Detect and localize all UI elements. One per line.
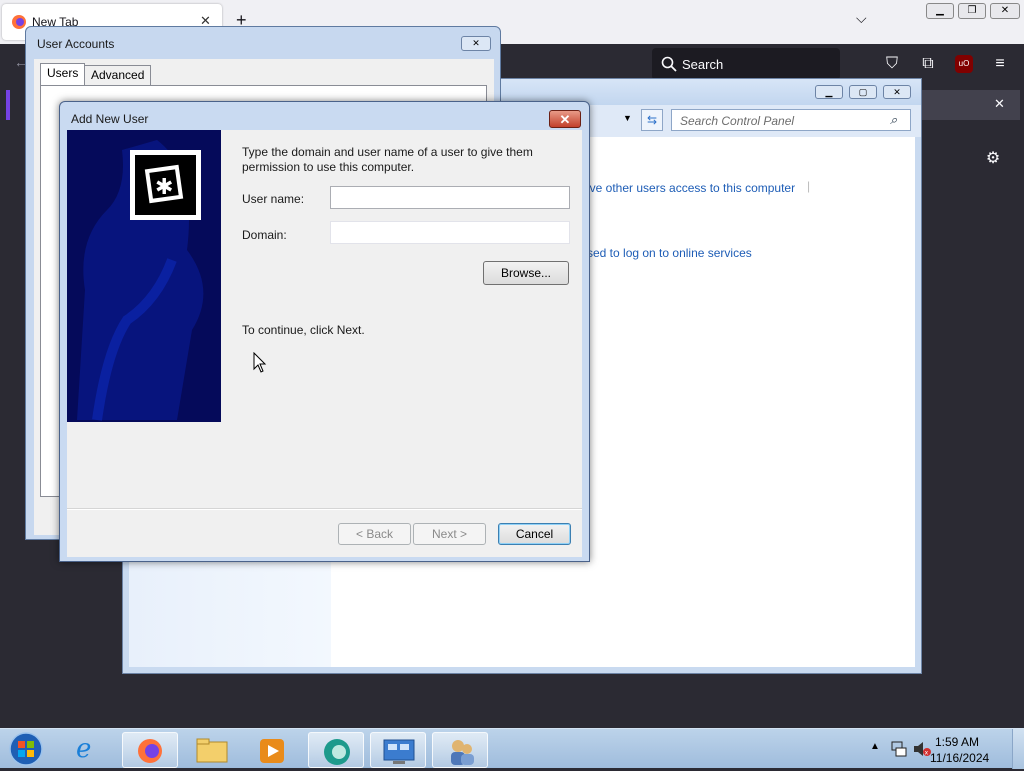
gear-icon[interactable]: ⚙ xyxy=(979,145,1007,173)
restore-button[interactable]: ❐ xyxy=(958,3,986,19)
notification-bar: ✕ xyxy=(920,90,1020,120)
key-icon: ✱ xyxy=(130,150,201,220)
show-desktop-button[interactable] xyxy=(1012,729,1024,769)
domain-label: Domain: xyxy=(242,228,287,242)
maximize-button[interactable]: ▢ xyxy=(849,85,877,99)
internet-explorer-taskbar-icon[interactable]: e xyxy=(62,732,118,768)
extensions-icon[interactable]: ⧉ xyxy=(914,50,942,78)
tab-advanced[interactable]: Advanced xyxy=(84,65,152,85)
add-new-user-title: Add New User xyxy=(71,112,149,126)
user-name-label: User name: xyxy=(242,192,305,206)
minimize-button[interactable]: ▁ xyxy=(926,3,954,19)
media-player-taskbar-icon[interactable] xyxy=(244,732,300,768)
svg-text:✱: ✱ xyxy=(155,175,173,200)
firefox-icon xyxy=(12,15,26,29)
clock-date: 11/16/2024 xyxy=(930,751,990,765)
continue-text: To continue, click Next. xyxy=(242,323,365,337)
ublock-icon[interactable]: uO xyxy=(955,55,973,73)
cancel-button[interactable]: Cancel xyxy=(498,523,571,545)
system-clock[interactable]: 1:59 AM 11/16/2024 xyxy=(930,734,990,766)
clock-time: 1:59 AM xyxy=(934,735,980,749)
user-accounts-title: User Accounts xyxy=(37,37,115,51)
online-services-link[interactable]: sed to log on to online services xyxy=(587,246,752,260)
control-panel-search[interactable]: Search Control Panel ⌕ xyxy=(671,109,911,131)
pocket-icon[interactable]: ⛉ xyxy=(878,50,906,78)
user-name-field[interactable] xyxy=(330,186,570,209)
tab-users[interactable]: Users xyxy=(40,63,86,86)
close-icon[interactable]: ✕ xyxy=(994,96,1005,112)
start-button[interactable] xyxy=(6,730,46,768)
close-button[interactable]: ✕ xyxy=(883,85,911,99)
search-placeholder: Search Control Panel xyxy=(680,114,795,128)
mouse-cursor-icon xyxy=(253,352,267,373)
show-hidden-icons[interactable]: ▲ xyxy=(870,741,880,752)
firefox-taskbar-icon[interactable] xyxy=(122,732,178,768)
svg-text:x: x xyxy=(925,750,929,757)
app-taskbar-icon[interactable] xyxy=(308,732,364,768)
browser-search-field[interactable]: Search xyxy=(652,48,840,80)
link-separator: | xyxy=(807,179,811,193)
close-window-button[interactable]: ✕ xyxy=(990,3,1020,19)
minimize-button[interactable]: ▁ xyxy=(815,85,843,99)
browse-button[interactable]: Browse... xyxy=(483,261,569,285)
add-new-user-window: Add New User ✕ ✱ Type the domain and use… xyxy=(59,101,590,562)
menu-icon[interactable]: ≡ xyxy=(986,50,1014,78)
user-accounts-taskbar-icon[interactable] xyxy=(432,732,488,768)
back-button[interactable]: < Back xyxy=(338,523,411,545)
file-explorer-taskbar-icon[interactable] xyxy=(184,732,240,768)
wizard-banner-image: ✱ xyxy=(67,130,221,422)
close-button[interactable]: ✕ xyxy=(461,36,491,51)
refresh-icon[interactable]: ⇆ xyxy=(641,109,663,131)
footer-divider xyxy=(67,508,582,510)
search-icon: ⌕ xyxy=(890,112,898,127)
search-icon xyxy=(661,56,677,72)
taskbar: e ▲ x 1:59 AM 11/16/2024 xyxy=(0,728,1024,769)
chevron-down-icon[interactable]: ⌵ xyxy=(856,10,867,27)
next-button[interactable]: Next > xyxy=(413,523,486,545)
dropdown-arrow-icon[interactable]: ▼ xyxy=(623,113,632,123)
windows-logo-icon xyxy=(9,732,43,766)
network-icon[interactable] xyxy=(890,740,908,758)
search-placeholder: Search xyxy=(682,57,724,72)
add-new-user-body: ✱ Type the domain and user name of a use… xyxy=(67,130,582,557)
volume-muted-icon[interactable]: x xyxy=(912,740,932,758)
instruction-text: Type the domain and user name of a user … xyxy=(242,145,533,174)
sidebar-accent xyxy=(6,90,10,120)
control-panel-taskbar-icon[interactable] xyxy=(370,732,426,768)
give-access-link[interactable]: ive other users access to this computer xyxy=(587,181,795,195)
domain-field[interactable] xyxy=(330,221,570,244)
close-button[interactable]: ✕ xyxy=(549,110,581,128)
